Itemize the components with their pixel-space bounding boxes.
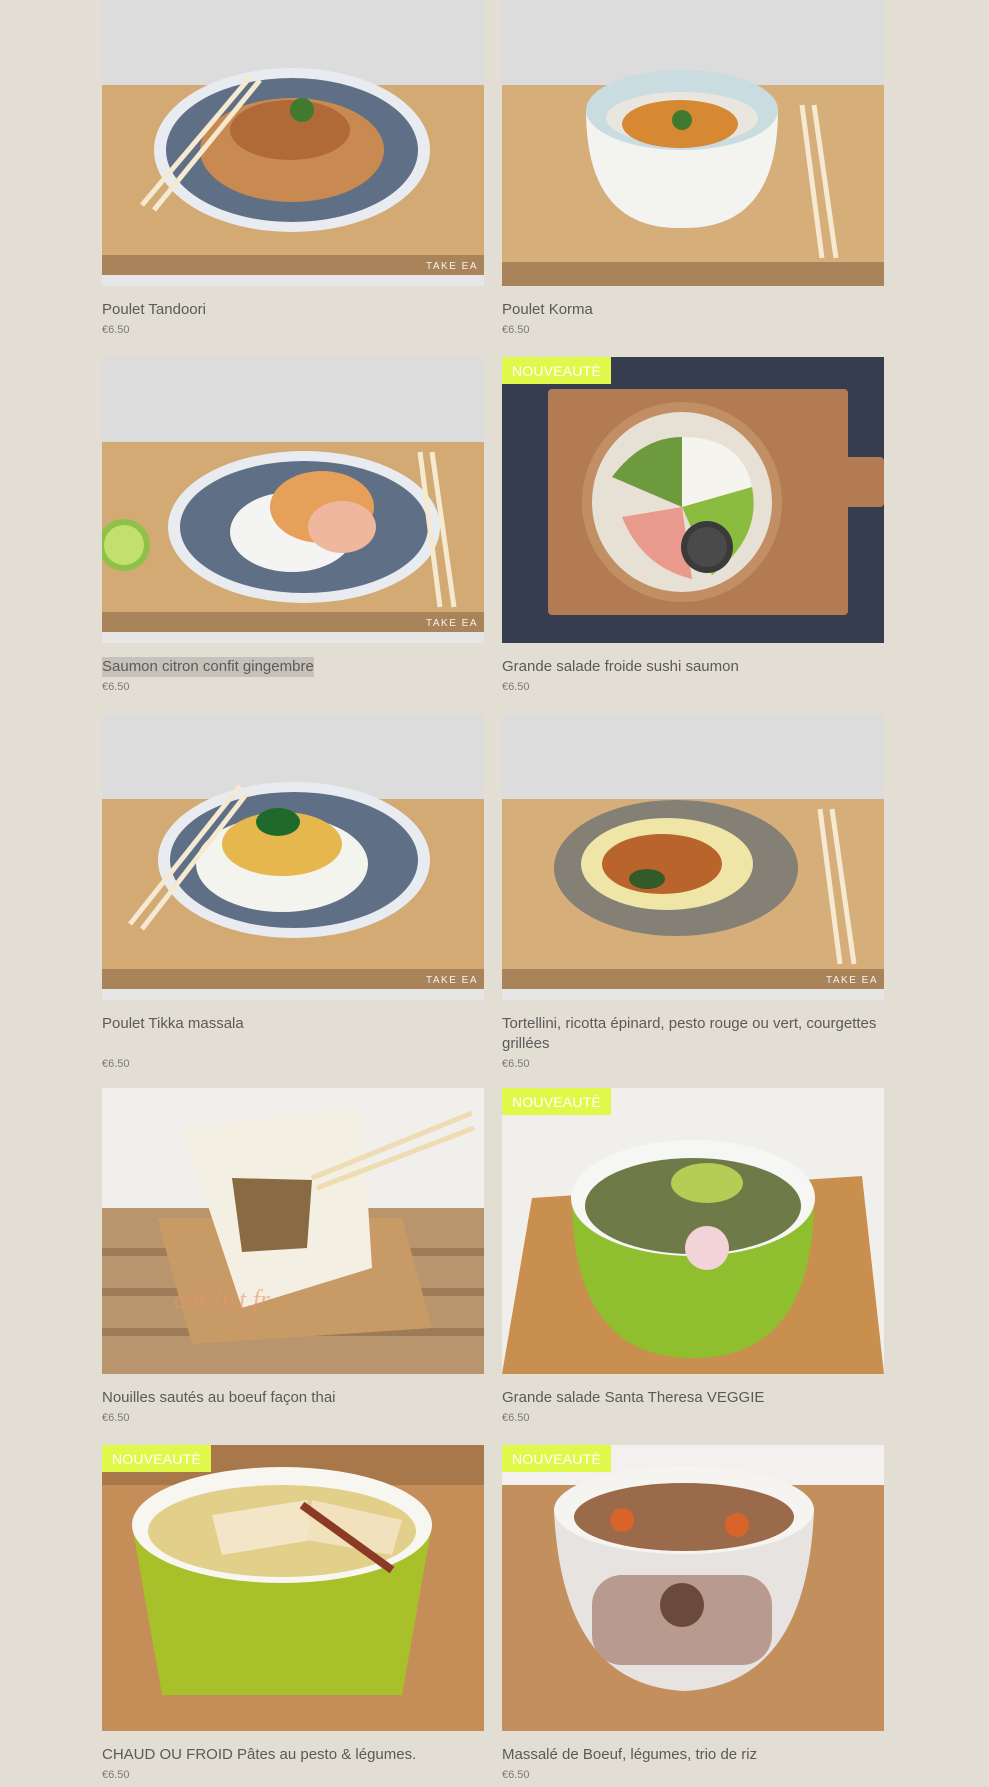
product-card[interactable]: NOUVEAUTÉ Massalé de Boeuf, légumes, tri…: [502, 1445, 884, 1787]
product-photo-poke-bowl: [502, 357, 884, 643]
product-price: €6.50: [502, 1769, 530, 1781]
product-price: €6.50: [502, 324, 530, 336]
product-card[interactable]: TAKE EA Tortellini, ricotta épinard, pes…: [502, 714, 884, 1088]
product-photo-veggie-salad: [502, 1088, 884, 1374]
product-title[interactable]: Saumon citron confit gingembre: [102, 657, 314, 677]
product-price: €6.50: [502, 1058, 530, 1070]
new-badge: NOUVEAUTÉ: [502, 1088, 611, 1115]
product-image[interactable]: TAKE EA: [102, 714, 484, 1000]
product-title[interactable]: Massalé de Boeuf, légumes, trio de riz: [502, 1745, 757, 1765]
product-row: NOUVEAUTÉ CHAUD OU FROID Pâtes au pesto …: [102, 1445, 884, 1787]
product-title[interactable]: Poulet Tikka massala: [102, 1014, 244, 1034]
new-badge: NOUVEAUTÉ: [502, 357, 611, 384]
product-image[interactable]: TAKE EA: [502, 714, 884, 1000]
product-image[interactable]: NOUVEAUTÉ: [102, 1445, 484, 1731]
product-photo-pesto-pasta: [102, 1445, 484, 1731]
product-image[interactable]: NOUVEAUTÉ: [502, 357, 884, 643]
product-card[interactable]: NOUVEAUTÉ CHAUD OU FROID Pâtes au pesto …: [102, 1445, 484, 1787]
product-row: TAKE EA Saumon citron confit gingembre €…: [102, 357, 884, 714]
product-image[interactable]: TAKE EA: [102, 0, 484, 286]
product-card[interactable]: Poulet Korma €6.50: [502, 0, 884, 357]
product-card[interactable]: TAKE EA Poulet Tikka massala €6.50: [102, 714, 484, 1088]
new-badge: NOUVEAUTÉ: [502, 1445, 611, 1472]
product-title[interactable]: Grande salade Santa Theresa VEGGIE: [502, 1388, 764, 1408]
product-row: eat-list.fr Nouilles sautés au boeuf faç…: [102, 1088, 884, 1445]
product-card[interactable]: TAKE EA Poulet Tandoori €6.50: [102, 0, 484, 357]
product-photo-plate-salmon: [102, 357, 484, 643]
new-badge: NOUVEAUTÉ: [102, 1445, 211, 1472]
product-row: TAKE EA Poulet Tikka massala €6.50 TAKE …: [102, 714, 884, 1088]
product-price: €6.50: [102, 1058, 130, 1070]
product-card[interactable]: NOUVEAUTÉ Grande salade froide sushi sau…: [502, 357, 884, 714]
product-title[interactable]: Tortellini, ricotta épinard, pesto rouge…: [502, 1014, 884, 1054]
photo-watermark: TAKE EA: [826, 975, 878, 986]
product-price: €6.50: [502, 1412, 530, 1424]
product-image[interactable]: TAKE EA: [102, 357, 484, 643]
product-row: TAKE EA Poulet Tandoori €6.50 Poulet Kor…: [102, 0, 884, 357]
photo-watermark: TAKE EA: [426, 261, 478, 272]
product-card[interactable]: eat-list.fr Nouilles sautés au boeuf faç…: [102, 1088, 484, 1445]
product-card[interactable]: TAKE EA Saumon citron confit gingembre €…: [102, 357, 484, 714]
product-photo-bowl-curry: [502, 0, 884, 286]
product-image[interactable]: [502, 0, 884, 286]
product-grid: TAKE EA Poulet Tandoori €6.50 Poulet Kor…: [102, 0, 884, 1787]
product-photo-noodle-box: eat-list.fr: [102, 1088, 484, 1374]
product-photo-plate-tikka: [102, 714, 484, 1000]
product-price: €6.50: [102, 324, 130, 336]
product-photo-beef-massale: [502, 1445, 884, 1731]
product-title[interactable]: Poulet Tandoori: [102, 300, 206, 320]
product-card[interactable]: NOUVEAUTÉ Grande salade Santa Theresa VE…: [502, 1088, 884, 1445]
photo-watermark: TAKE EA: [426, 618, 478, 629]
svg-text:eat-list.fr: eat-list.fr: [174, 1285, 271, 1314]
photo-watermark: TAKE EA: [426, 975, 478, 986]
product-price: €6.50: [102, 681, 130, 693]
product-title[interactable]: Grande salade froide sushi saumon: [502, 657, 739, 677]
product-title[interactable]: Nouilles sautés au boeuf façon thai: [102, 1388, 336, 1408]
product-price: €6.50: [502, 681, 530, 693]
product-price: €6.50: [102, 1769, 130, 1781]
product-title[interactable]: Poulet Korma: [502, 300, 593, 320]
product-image[interactable]: eat-list.fr: [102, 1088, 484, 1374]
product-image[interactable]: NOUVEAUTÉ: [502, 1088, 884, 1374]
product-photo-plate-rice: [102, 0, 484, 286]
product-photo-tortellini: [502, 714, 884, 1000]
product-price: €6.50: [102, 1412, 130, 1424]
product-image[interactable]: NOUVEAUTÉ: [502, 1445, 884, 1731]
product-title[interactable]: CHAUD OU FROID Pâtes au pesto & légumes.: [102, 1745, 416, 1765]
